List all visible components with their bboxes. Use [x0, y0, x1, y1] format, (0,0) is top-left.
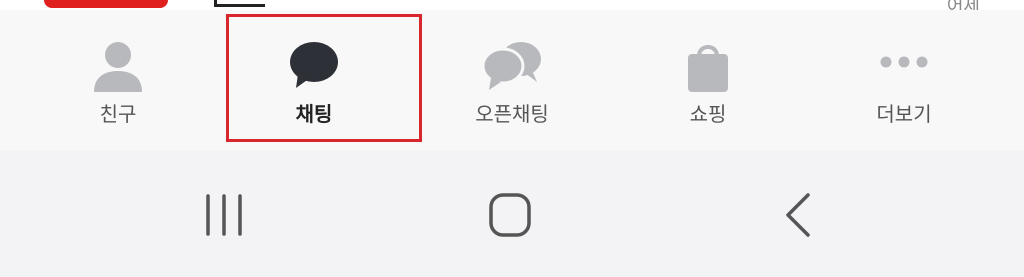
- tab-friends[interactable]: 친구: [18, 10, 218, 150]
- recent-apps-icon[interactable]: [194, 190, 254, 240]
- tab-friends-label: 친구: [99, 102, 137, 126]
- more-dots-icon: [880, 56, 928, 68]
- back-icon[interactable]: [770, 190, 830, 240]
- tab-shopping-label: 쇼핑: [689, 102, 727, 126]
- tab-open-chat[interactable]: 오픈채팅: [412, 10, 612, 150]
- open-chat-icon: [481, 42, 541, 90]
- tab-shopping[interactable]: 쇼핑: [608, 10, 808, 150]
- system-navigation-bar: [0, 150, 1024, 277]
- chat-avatar: [44, 0, 168, 8]
- home-icon[interactable]: [480, 190, 540, 240]
- person-icon: [94, 42, 142, 92]
- shopping-bag-icon: [688, 45, 728, 92]
- tab-more[interactable]: 더보기: [804, 10, 1004, 150]
- tab-more-label: 더보기: [876, 102, 932, 126]
- tab-open-chat-label: 오픈채팅: [475, 102, 549, 126]
- bottom-tab-bar: 친구 채팅 오픈채팅 쇼핑 더보기: [0, 10, 1024, 150]
- chat-title-fragment: [214, 0, 265, 7]
- annotation-highlight-box: [226, 14, 422, 142]
